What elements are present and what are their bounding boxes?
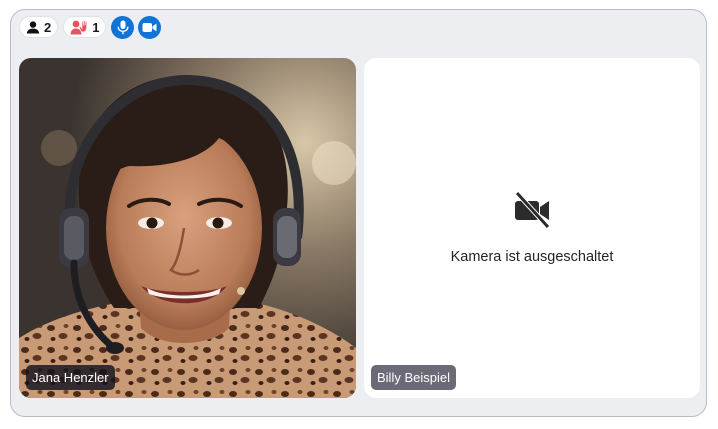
call-toolbar: 2 1 bbox=[19, 14, 165, 40]
hand-raised-count: 1 bbox=[92, 19, 100, 35]
participant-name-tag: Jana Henzler bbox=[26, 365, 115, 390]
hand-raised-badge[interactable]: 1 bbox=[63, 16, 107, 38]
participant-name-tag: Billy Beispiel bbox=[371, 365, 456, 390]
camera-off-text: Kamera ist ausgeschaltet bbox=[450, 249, 614, 265]
microphone-icon bbox=[117, 20, 129, 34]
video-off-icon bbox=[515, 191, 550, 229]
participants-count-badge[interactable]: 2 bbox=[19, 16, 59, 38]
video-tile-billy[interactable]: Kamera ist ausgeschaltet Billy Beispiel bbox=[364, 58, 700, 398]
camera-button[interactable] bbox=[138, 15, 162, 39]
video-tile-jana[interactable]: Jana Henzler bbox=[19, 58, 356, 398]
participant-video bbox=[19, 58, 356, 398]
person-icon bbox=[26, 20, 40, 33]
participants-count: 2 bbox=[44, 19, 52, 35]
microphone-button[interactable] bbox=[111, 15, 135, 39]
hand-raised-icon bbox=[70, 19, 88, 34]
camera-off-indicator bbox=[364, 190, 700, 230]
video-camera-icon bbox=[142, 22, 157, 32]
